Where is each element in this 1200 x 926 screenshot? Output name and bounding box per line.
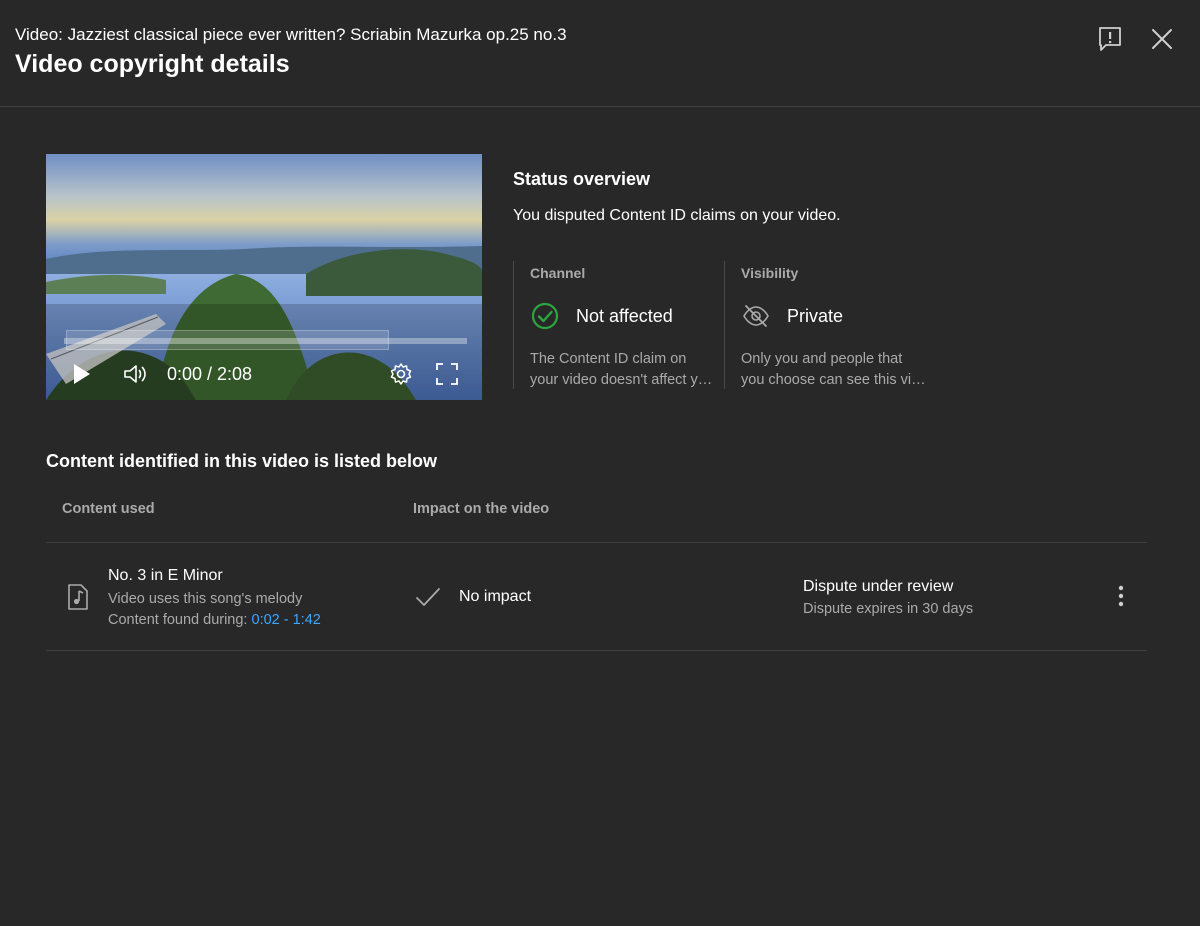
- progress-buffer: [66, 330, 389, 350]
- fullscreen-icon: [436, 363, 458, 385]
- more-vert-icon: [1118, 585, 1124, 607]
- page-title: Video copyright details: [15, 50, 290, 78]
- check-circle-icon: [531, 302, 559, 330]
- play-button[interactable]: [66, 359, 96, 389]
- channel-status-icon-wrap: [530, 301, 560, 331]
- content-found-during: Content found during: 0:02 - 1:42: [108, 612, 321, 628]
- status-overview-title: Status overview: [513, 169, 651, 189]
- dispute-expiry: Dispute expires in 30 days: [803, 601, 974, 617]
- status-description: You disputed Content ID claims on your v…: [513, 207, 841, 224]
- visibility-icon-wrap: [741, 301, 771, 331]
- visibility-desc-line1: Only you and people that: [741, 351, 903, 367]
- more-options-button[interactable]: [1106, 581, 1136, 611]
- fullscreen-button[interactable]: [432, 359, 462, 389]
- music-note-icon-wrap: [64, 583, 92, 611]
- video-player[interactable]: 0:00 / 2:08: [46, 154, 482, 400]
- content-usage: Video uses this song's melody: [108, 591, 303, 607]
- feedback-icon: [1099, 27, 1121, 51]
- dispute-status: Dispute under review: [803, 578, 954, 595]
- channel-label: Channel: [530, 265, 586, 281]
- check-icon: [416, 588, 440, 606]
- visibility-description: Only you and people that you choose can …: [741, 349, 926, 391]
- time-display: 0:00 / 2:08: [167, 364, 253, 384]
- dialog-header: Video: Jazziest classical piece ever wri…: [0, 0, 1200, 107]
- close-button[interactable]: [1145, 22, 1179, 56]
- impact-value: No impact: [459, 588, 532, 605]
- table-divider: [46, 650, 1147, 651]
- content-title: No. 3 in E Minor: [108, 567, 223, 584]
- channel-description: The Content ID claim on your video doesn…: [530, 349, 715, 391]
- column-header-content-used: Content used: [62, 501, 155, 517]
- visibility-desc-line2: you choose can see this video.: [741, 372, 926, 388]
- feedback-button[interactable]: [1093, 22, 1127, 56]
- volume-button[interactable]: [120, 359, 150, 389]
- channel-status-value: Not affected: [576, 306, 673, 326]
- impact-check-icon-wrap: [414, 583, 442, 611]
- video-thumbnail: [46, 154, 482, 400]
- table-row: No. 3 in E Minor Video uses this song's …: [46, 543, 1147, 650]
- visibility-card: Visibility Private Only you and people t…: [724, 261, 926, 391]
- channel-card: Channel Not affected The Content ID clai…: [513, 261, 715, 391]
- close-icon: [1152, 29, 1172, 49]
- channel-desc-line1: The Content ID claim on: [530, 351, 687, 367]
- play-icon: [74, 364, 90, 384]
- settings-gear-icon: [390, 363, 412, 385]
- settings-button[interactable]: [386, 359, 416, 389]
- video-title-line: Video: Jazziest classical piece ever wri…: [15, 25, 567, 44]
- eye-off-icon: [743, 305, 769, 327]
- visibility-value: Private: [787, 306, 844, 326]
- visibility-label: Visibility: [741, 265, 799, 281]
- content-section-title: Content identified in this video is list…: [46, 451, 438, 471]
- found-prefix: Content found during:: [108, 612, 252, 628]
- found-range-link[interactable]: 0:02 - 1:42: [252, 612, 321, 628]
- channel-desc-line2: your video doesn't affect your channel.: [530, 372, 715, 388]
- column-header-impact: Impact on the video: [413, 501, 550, 517]
- music-note-icon: [68, 584, 88, 610]
- volume-icon: [124, 365, 146, 383]
